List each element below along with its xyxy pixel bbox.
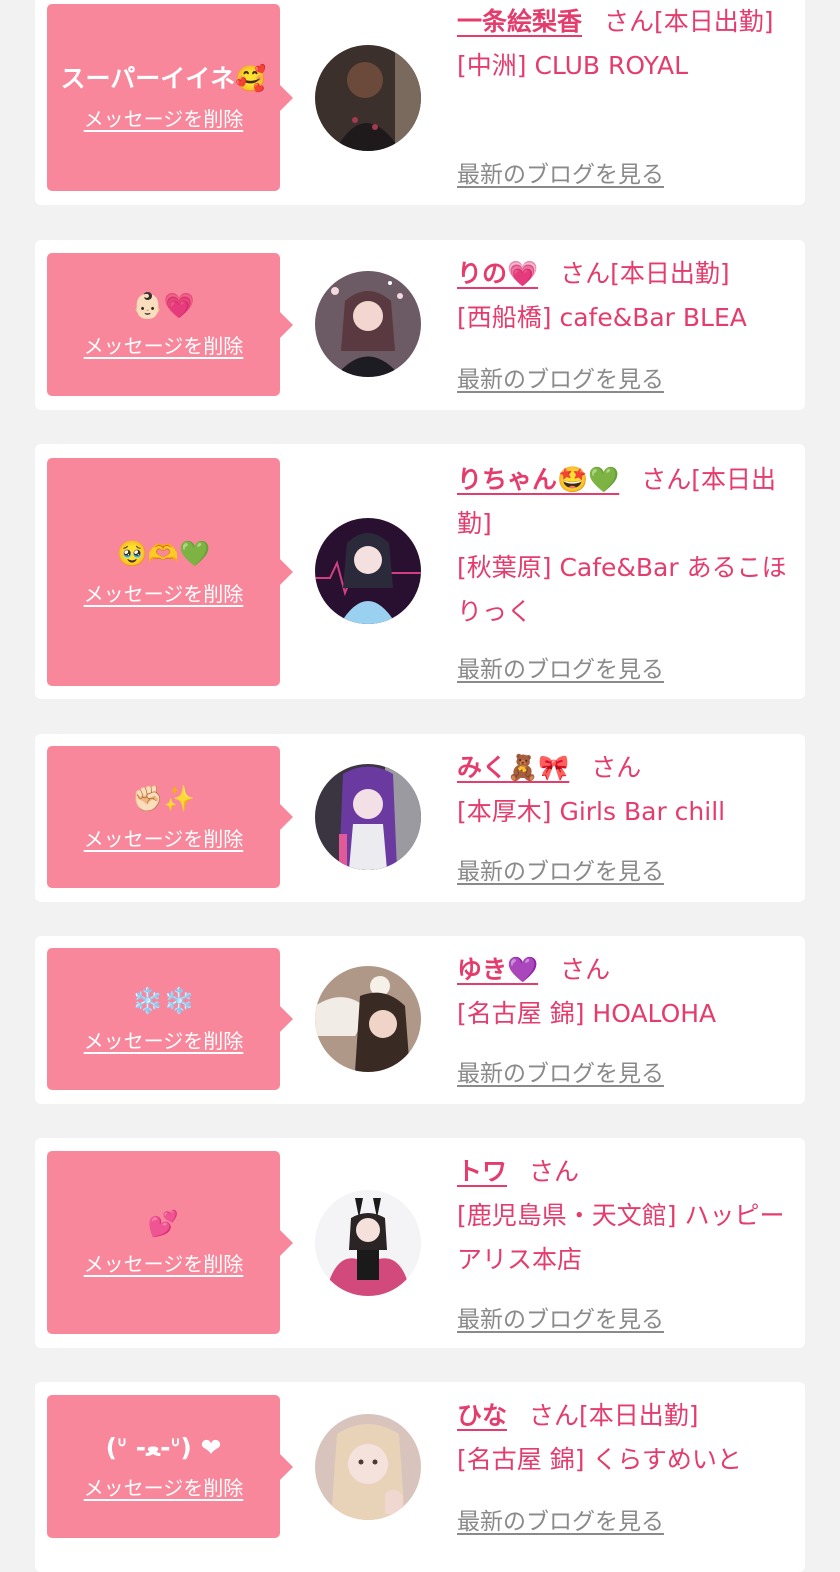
- avatar[interactable]: [315, 518, 421, 624]
- avatar[interactable]: [315, 271, 421, 377]
- attendance-status: [本日出勤]: [579, 1401, 699, 1430]
- cast-info: りの💗 さん[本日出勤] [西船橋] cafe&Bar BLEA: [457, 252, 797, 340]
- message-list: スーパーイイネ🥰 メッセージを削除 一条絵梨香 さん[本日出勤] [中洲] CLU…: [0, 0, 840, 1572]
- message-bubble: ❄️❄️ メッセージを削除: [47, 948, 293, 1090]
- delete-message-link[interactable]: メッセージを削除: [84, 1025, 244, 1054]
- honorific: さん: [641, 465, 692, 494]
- latest-blog-link[interactable]: 最新のブログを見る: [457, 155, 664, 189]
- honorific: さん: [560, 955, 611, 984]
- honorific: さん: [604, 7, 655, 36]
- cast-name-link[interactable]: りちゃん🤩💚: [457, 465, 619, 494]
- message-text: 🥹🫶💚: [116, 538, 211, 568]
- avatar-image: [315, 966, 421, 1072]
- message-text: 👶🏻💗: [132, 291, 195, 320]
- avatar-image: [315, 45, 421, 151]
- message-card: スーパーイイネ🥰 メッセージを削除 一条絵梨香 さん[本日出勤] [中洲] CLU…: [35, 0, 805, 205]
- avatar[interactable]: [315, 764, 421, 870]
- cast-info: 一条絵梨香 さん[本日出勤] [中洲] CLUB ROYAL: [457, 0, 797, 88]
- message-text: スーパーイイネ🥰: [60, 64, 267, 93]
- latest-blog-link[interactable]: 最新のブログを見る: [457, 650, 664, 684]
- delete-message-link[interactable]: メッセージを削除: [84, 823, 244, 852]
- message-text: ✊🏻✨: [132, 783, 195, 813]
- message-text: 💕: [147, 1209, 180, 1238]
- store-name: [名古屋 錦] くらすめいと: [457, 1445, 742, 1474]
- cast-name-link[interactable]: りの💗: [457, 259, 538, 288]
- cast-name-link[interactable]: トワ: [457, 1157, 507, 1186]
- cast-info: りちゃん🤩💚 さん[本日出勤] [秋葉原] Cafe&Bar あるこほりっく: [457, 458, 797, 634]
- store-name: [鹿児島県・天文館] ハッピーアリス本店: [457, 1201, 785, 1274]
- attendance-status: [本日出勤]: [654, 7, 774, 36]
- avatar-image: [315, 1414, 421, 1520]
- delete-message-link[interactable]: メッセージを削除: [84, 1472, 244, 1501]
- cast-name-link[interactable]: 一条絵梨香: [457, 7, 582, 36]
- cast-name-link[interactable]: ゆき💜: [457, 955, 538, 984]
- message-card: 💕 メッセージを削除 トワ さん [鹿児島県・天文館] ハッピーアリス本店 最新の…: [35, 1138, 805, 1348]
- message-card: ✊🏻✨ メッセージを削除 みく🧸🎀 さん [本厚木] Girls Bar chil…: [35, 734, 805, 902]
- message-card: 👶🏻💗 メッセージを削除 りの💗 さん[本日出勤] [西船橋] cafe&Bar …: [35, 240, 805, 410]
- message-bubble: 💕 メッセージを削除: [47, 1151, 293, 1334]
- avatar[interactable]: [315, 45, 421, 151]
- latest-blog-link[interactable]: 最新のブログを見る: [457, 852, 664, 886]
- latest-blog-link[interactable]: 最新のブログを見る: [457, 1502, 664, 1536]
- latest-blog-link[interactable]: 最新のブログを見る: [457, 1300, 664, 1334]
- avatar[interactable]: [315, 966, 421, 1072]
- avatar-image: [315, 764, 421, 870]
- store-name: [中洲] CLUB ROYAL: [457, 51, 689, 80]
- delete-message-link[interactable]: メッセージを削除: [84, 103, 244, 132]
- delete-message-link[interactable]: メッセージを削除: [84, 1248, 244, 1277]
- cast-info: みく🧸🎀 さん [本厚木] Girls Bar chill: [457, 746, 797, 834]
- cast-info: トワ さん [鹿児島県・天文館] ハッピーアリス本店: [457, 1150, 797, 1282]
- honorific: さん: [591, 753, 642, 782]
- latest-blog-link[interactable]: 最新のブログを見る: [457, 1054, 664, 1088]
- avatar[interactable]: [315, 1414, 421, 1520]
- cast-name-link[interactable]: みく🧸🎀: [457, 753, 569, 782]
- delete-message-link[interactable]: メッセージを削除: [84, 578, 244, 607]
- store-name: [西船橋] cafe&Bar BLEA: [457, 303, 747, 332]
- avatar-image: [315, 518, 421, 624]
- delete-message-link[interactable]: メッセージを削除: [84, 330, 244, 359]
- store-name: [本厚木] Girls Bar chill: [457, 797, 726, 826]
- attendance-status: [本日出勤]: [610, 259, 730, 288]
- avatar[interactable]: [315, 1190, 421, 1296]
- message-bubble: ✊🏻✨ メッセージを削除: [47, 746, 293, 888]
- store-name: [秋葉原] Cafe&Bar あるこほりっく: [457, 553, 787, 626]
- avatar-image: [315, 271, 421, 377]
- avatar-image: [315, 1190, 421, 1296]
- message-card: (ᐡ -ﻌ-ᐡ) ❤ メッセージを削除 ひな さん[本日出勤] [名古屋 錦] く…: [35, 1382, 805, 1572]
- message-bubble: スーパーイイネ🥰 メッセージを削除: [47, 4, 293, 191]
- cast-info: ひな さん[本日出勤] [名古屋 錦] くらすめいと: [457, 1394, 797, 1482]
- message-bubble: 🥹🫶💚 メッセージを削除: [47, 458, 293, 686]
- message-card: ❄️❄️ メッセージを削除 ゆき💜 さん [名古屋 錦] HOALOHA 最新のブ…: [35, 936, 805, 1104]
- message-bubble: 👶🏻💗 メッセージを削除: [47, 253, 293, 396]
- message-text: (ᐡ -ﻌ-ᐡ) ❤: [105, 1433, 222, 1462]
- cast-info: ゆき💜 さん [名古屋 錦] HOALOHA: [457, 948, 797, 1036]
- cast-name-link[interactable]: ひな: [457, 1401, 507, 1430]
- honorific: さん: [529, 1157, 580, 1186]
- store-name: [名古屋 錦] HOALOHA: [457, 999, 717, 1028]
- honorific: さん: [560, 259, 611, 288]
- latest-blog-link[interactable]: 最新のブログを見る: [457, 360, 664, 394]
- honorific: さん: [529, 1401, 580, 1430]
- message-text: ❄️❄️: [132, 985, 195, 1015]
- message-bubble: (ᐡ -ﻌ-ᐡ) ❤ メッセージを削除: [47, 1395, 293, 1538]
- message-card: 🥹🫶💚 メッセージを削除 りちゃん🤩💚 さん[本日出勤] [秋葉原] Cafe&B…: [35, 444, 805, 699]
